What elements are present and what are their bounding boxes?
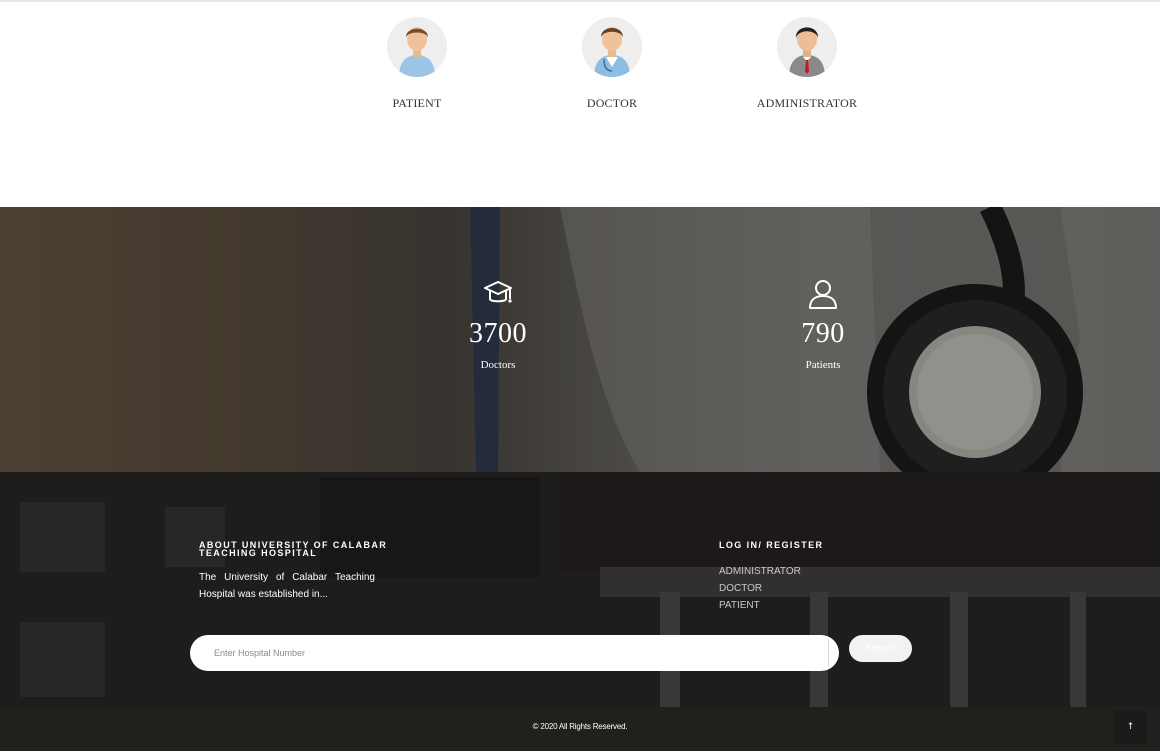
role-patient-label: PATIENT	[392, 96, 442, 110]
arrow-up-icon: ↑	[1126, 722, 1135, 732]
administrator-avatar-icon	[777, 17, 837, 77]
role-administrator[interactable]: ADMINISTRATOR	[737, 17, 877, 111]
role-doctor[interactable]: DOCTOR	[542, 17, 682, 111]
copyright-text: © 2020 All Rights Reserved.	[532, 722, 628, 731]
stat-patients-label: Patients	[805, 359, 841, 371]
hospital-number-input[interactable]	[190, 635, 839, 671]
stat-doctors: 3700 Doctors	[418, 277, 578, 371]
login-links-list: ADMINISTRATOR DOCTOR PATIENT	[719, 563, 801, 614]
stat-patients: 790 Patients	[743, 277, 903, 371]
graduation-cap-icon	[484, 281, 512, 303]
user-icon	[809, 280, 837, 309]
patient-avatar-icon	[387, 17, 447, 77]
back-to-top-button[interactable]: ↑	[1114, 711, 1147, 744]
login-register-heading: LOG IN/ REGISTER	[719, 540, 824, 550]
stat-doctors-value: 3700	[469, 318, 527, 349]
link-patient[interactable]: PATIENT	[719, 597, 801, 614]
link-administrator[interactable]: ADMINISTRATOR	[719, 563, 801, 580]
search-button[interactable]: Search	[849, 635, 912, 662]
hospital-building-background-image	[0, 472, 1160, 751]
stethoscope-background-image	[0, 207, 1160, 472]
about-text: The University of Calabar Teaching Hospi…	[199, 572, 375, 600]
role-doctor-label: DOCTOR	[586, 96, 638, 110]
footer	[0, 472, 1160, 751]
role-administrator-label: ADMINISTRATOR	[756, 96, 858, 110]
role-patient[interactable]: PATIENT	[347, 17, 487, 111]
link-doctor[interactable]: DOCTOR	[719, 580, 801, 597]
stat-doctors-label: Doctors	[480, 359, 516, 371]
doctor-avatar-icon	[582, 17, 642, 77]
about-heading: ABOUT UNIVERSITY OF CALABAR TEACHING HOS…	[199, 540, 388, 558]
top-divider	[0, 0, 1160, 2]
stats-section: 3700 Doctors 790 Patients	[0, 207, 1160, 472]
search-divider	[828, 639, 829, 667]
stat-patients-value: 790	[801, 318, 845, 349]
